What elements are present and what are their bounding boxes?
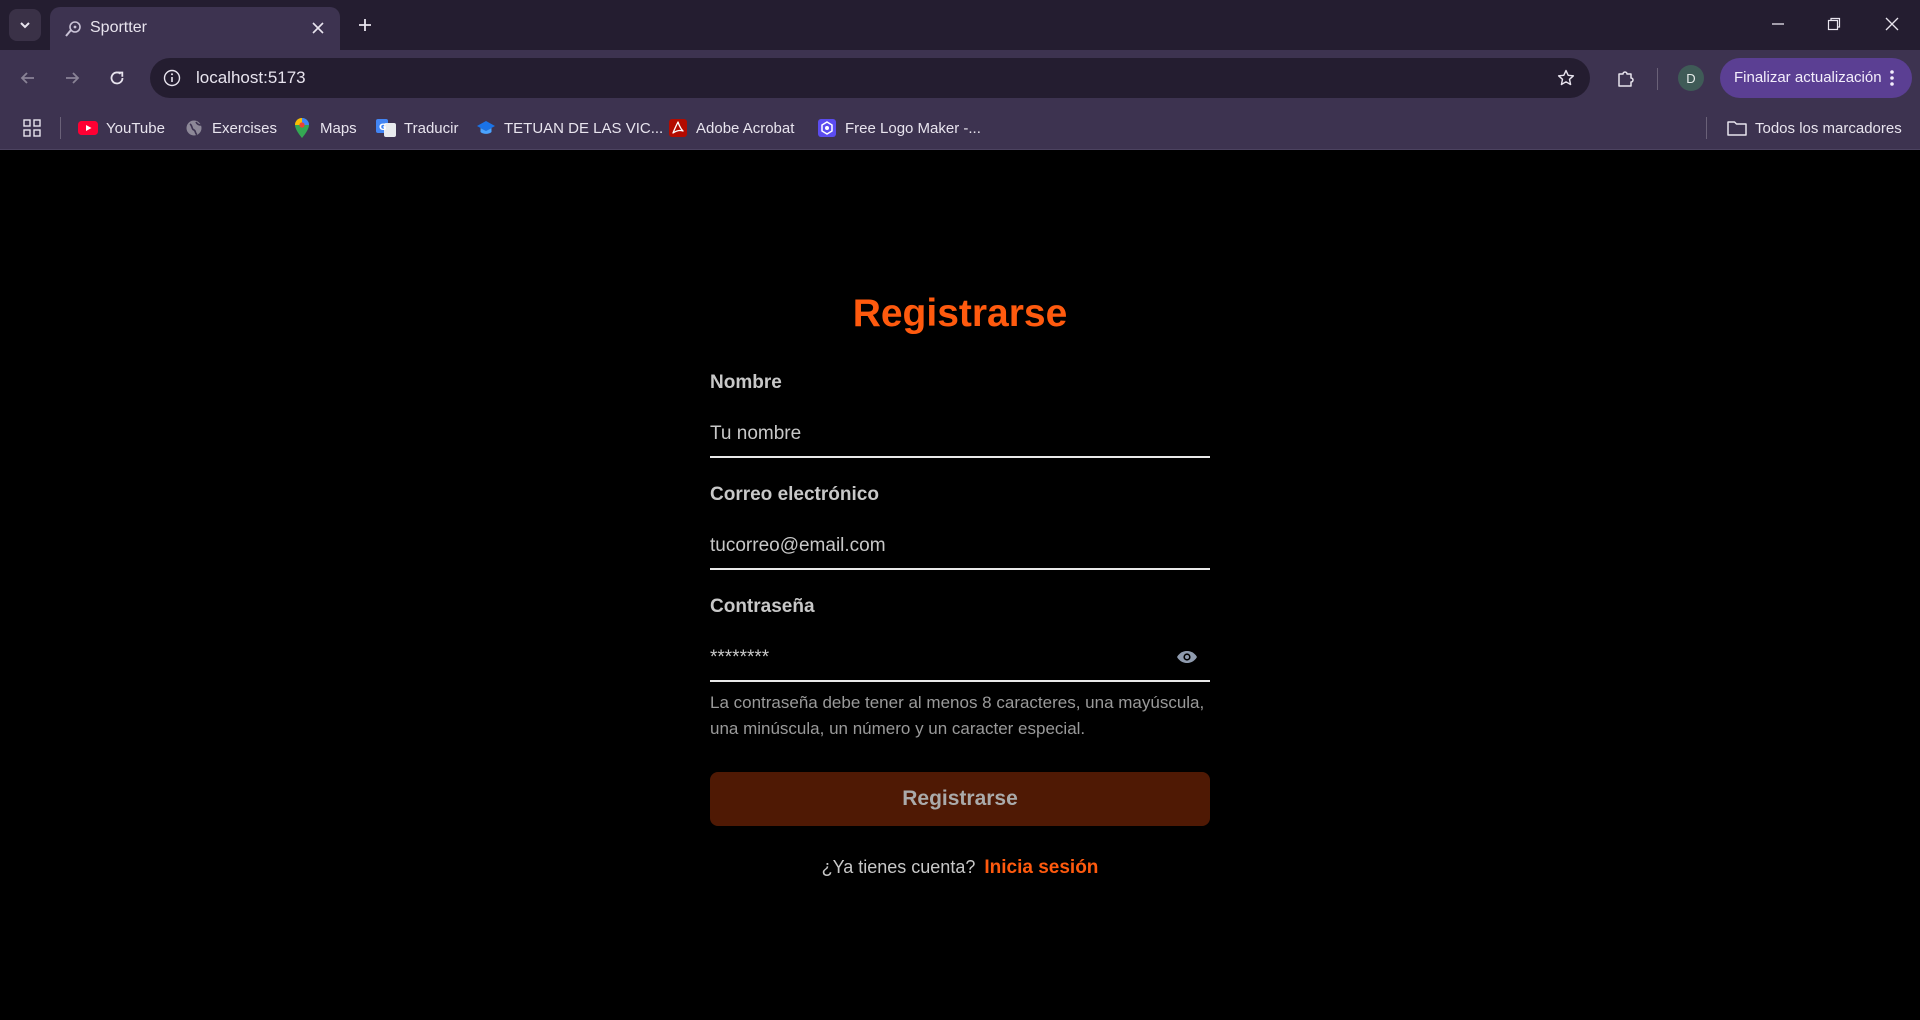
eye-icon <box>1177 651 1197 663</box>
all-bookmarks-label: Todos los marcadores <box>1755 119 1902 137</box>
arrow-right-icon <box>66 72 80 84</box>
translate-icon: G <box>376 118 396 138</box>
tab-strip: Sportter <box>0 0 1920 50</box>
bookmark-label: Free Logo Maker -... <box>845 119 981 137</box>
bookmark-traducir[interactable]: G Traducir <box>376 106 458 150</box>
password-hint: La contraseña debe tener al menos 8 cara… <box>710 693 1205 738</box>
password-field <box>710 636 1210 682</box>
apps-grid-icon <box>23 119 41 137</box>
bookmark-exercises[interactable]: Exercises <box>184 106 277 150</box>
name-label: Nombre <box>710 372 782 393</box>
bookmarks-divider <box>60 117 61 139</box>
name-field <box>710 412 1210 458</box>
close-window-button[interactable] <box>1864 0 1920 48</box>
profile-avatar[interactable]: D <box>1678 65 1704 91</box>
apps-button[interactable] <box>20 116 44 140</box>
all-bookmarks-button[interactable]: Todos los marcadores <box>1727 106 1902 150</box>
sportter-favicon-icon <box>65 21 81 37</box>
email-field <box>710 524 1210 570</box>
graduation-cap-icon <box>476 118 496 138</box>
email-input[interactable] <box>710 526 1170 566</box>
bookmark-tetuan[interactable]: TETUAN DE LAS VIC... <box>476 106 663 150</box>
close-icon <box>312 22 324 34</box>
password-input[interactable] <box>710 638 1170 678</box>
bookmark-label: Adobe Acrobat <box>696 119 795 137</box>
youtube-icon <box>78 118 98 138</box>
logo-maker-icon <box>817 118 837 138</box>
more-vertical-icon <box>1890 70 1894 86</box>
form-title: Registrarse <box>852 292 1068 335</box>
arrow-left-icon <box>20 72 34 84</box>
restore-icon <box>1827 17 1841 31</box>
bookmark-maps[interactable]: Maps <box>292 106 357 150</box>
url-text[interactable]: localhost:5173 <box>196 68 306 88</box>
email-label: Correo electrónico <box>710 484 879 505</box>
login-prompt-line: ¿Ya tienes cuenta? Inicia sesión <box>660 857 1260 879</box>
plus-icon <box>359 19 371 31</box>
folder-icon <box>1727 118 1747 138</box>
bookmark-free-logo-maker[interactable]: Free Logo Maker -... <box>817 106 981 150</box>
bookmark-label: TETUAN DE LAS VIC... <box>504 119 664 137</box>
star-icon <box>1557 69 1575 86</box>
back-button[interactable] <box>12 62 44 94</box>
restore-button[interactable] <box>1806 0 1862 48</box>
close-icon <box>1885 17 1899 31</box>
bookmark-label: Maps <box>320 119 357 137</box>
login-prompt-text: ¿Ya tienes cuenta? <box>821 857 976 877</box>
bookmark-youtube[interactable]: YouTube <box>78 106 165 150</box>
bookmark-star-button[interactable] <box>1554 66 1578 90</box>
update-button[interactable]: Finalizar actualización <box>1720 58 1912 98</box>
tab-search-button[interactable] <box>9 9 41 41</box>
new-tab-button[interactable] <box>352 12 378 38</box>
reload-button[interactable] <box>101 62 133 94</box>
site-info-button[interactable] <box>160 66 184 90</box>
address-bar[interactable]: localhost:5173 <box>150 58 1590 98</box>
tab-title: Sportter <box>90 19 147 36</box>
browser-menu-button[interactable] <box>1882 66 1902 90</box>
puzzle-icon <box>1618 71 1634 87</box>
tab-close-button[interactable] <box>308 18 328 38</box>
reload-icon <box>110 71 124 85</box>
toggle-password-visibility-button[interactable] <box>1176 648 1198 666</box>
minimize-button[interactable] <box>1750 0 1806 48</box>
browser-toolbar: localhost:5173 D Finalizar actualización <box>0 50 1920 106</box>
minimize-icon <box>1772 23 1784 25</box>
bookmark-adobe-acrobat[interactable]: Adobe Acrobat <box>668 106 794 150</box>
tab-sportter[interactable]: Sportter <box>50 7 340 50</box>
bookmark-label: Traducir <box>404 119 459 137</box>
bookmarks-bar: YouTube Exercises Maps G Traducir TETUAN… <box>0 106 1920 150</box>
extensions-button[interactable] <box>1610 62 1642 94</box>
forward-button[interactable] <box>56 62 88 94</box>
acrobat-icon <box>668 118 688 138</box>
update-button-label: Finalizar actualización <box>1734 69 1882 86</box>
password-label: Contraseña <box>710 596 815 617</box>
bookmark-label: Exercises <box>212 119 278 137</box>
bookmarks-divider <box>1706 117 1707 139</box>
toolbar-divider <box>1657 68 1658 90</box>
login-link[interactable]: Inicia sesión <box>984 857 1098 878</box>
bookmark-label: YouTube <box>106 119 165 137</box>
page-content: Registrarse Nombre Correo electrónico Co… <box>0 150 1920 1020</box>
register-button[interactable]: Registrarse <box>710 772 1210 826</box>
maps-icon <box>292 118 312 138</box>
chevron-down-icon <box>20 22 30 29</box>
svg-text:G: G <box>379 123 386 133</box>
name-input[interactable] <box>710 414 1170 454</box>
info-icon <box>163 69 181 87</box>
globe-icon <box>184 118 204 138</box>
